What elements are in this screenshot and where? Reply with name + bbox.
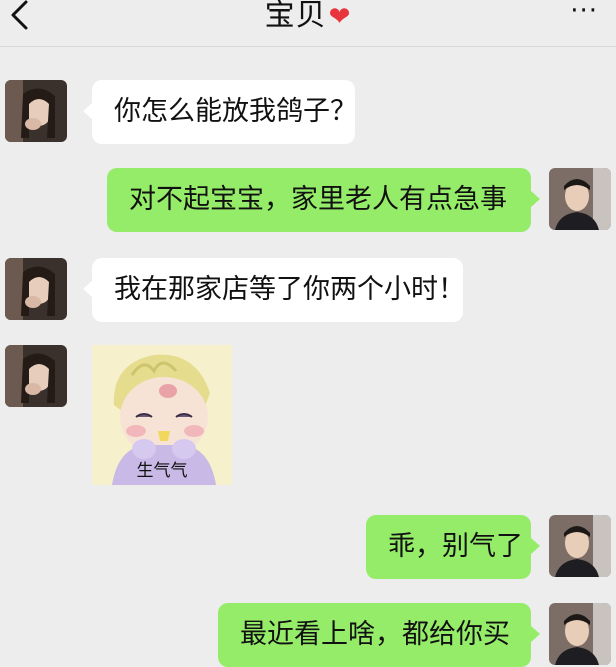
user-avatar[interactable] xyxy=(549,168,611,230)
heart-icon: ❤ xyxy=(328,2,352,32)
user-avatar[interactable] xyxy=(549,603,611,665)
contact-avatar[interactable] xyxy=(5,80,67,142)
more-options-icon[interactable]: ··· xyxy=(570,0,598,24)
chat-title: 宝贝❤ xyxy=(0,0,616,34)
user-avatar[interactable] xyxy=(549,515,611,577)
contact-name: 宝贝 xyxy=(264,0,327,33)
sticker-message[interactable]: 生气气 xyxy=(92,345,232,485)
message-bubble-outgoing[interactable]: 对不起宝宝，家里老人有点急事 xyxy=(107,168,540,232)
message-bubble-incoming[interactable]: 我在那家店等了你两个小时！ xyxy=(83,258,465,322)
message-bubble-outgoing[interactable]: 乖，别气了 xyxy=(366,515,540,579)
contact-avatar[interactable] xyxy=(5,258,67,320)
chat-header: 宝贝❤ ··· xyxy=(0,0,616,47)
contact-avatar[interactable] xyxy=(5,345,67,407)
sticker-caption: 生气气 xyxy=(136,461,188,481)
message-bubble-incoming[interactable]: 你怎么能放我鸽子？ xyxy=(83,80,357,144)
message-bubble-outgoing[interactable]: 最近看上啥，都给你买 xyxy=(218,603,540,667)
